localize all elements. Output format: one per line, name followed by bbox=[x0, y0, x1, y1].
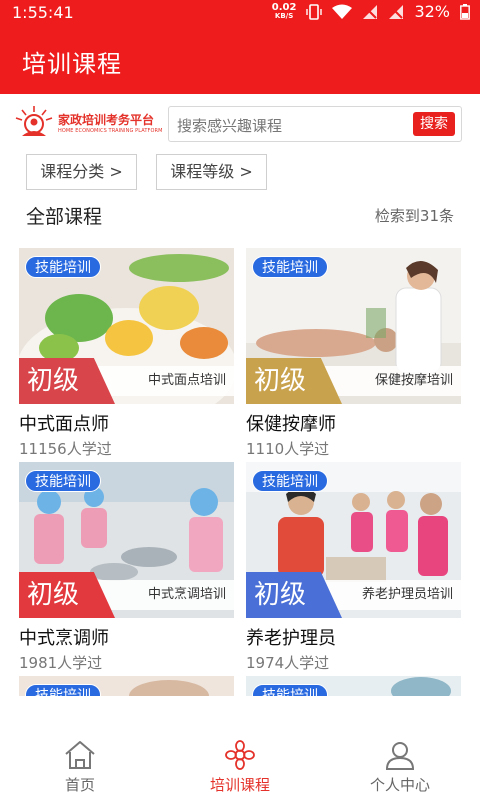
course-tag: 技能培训 bbox=[252, 684, 328, 696]
course-level: 初级 bbox=[246, 572, 342, 618]
course-image: 技能培训 bbox=[19, 676, 234, 696]
status-bar: 1:55:41 0.02 KB/S 32% bbox=[0, 0, 480, 26]
battery-icon bbox=[460, 3, 470, 20]
net-speed-value: 0.02 bbox=[271, 1, 297, 13]
signal-off-icon-2 bbox=[389, 4, 404, 19]
course-tag: 技能培训 bbox=[252, 470, 328, 492]
flower-icon bbox=[225, 740, 255, 770]
course-strip-text: 中式面点培训 bbox=[89, 366, 234, 396]
category-filter-button[interactable]: 课程分类 > bbox=[26, 154, 137, 190]
course-name: 保健按摩师 bbox=[246, 414, 336, 435]
course-learners: 1974人学过 bbox=[246, 654, 330, 672]
net-speed: 0.02 KB/S bbox=[271, 1, 297, 21]
course-level: 初级 bbox=[19, 572, 115, 618]
search-input[interactable]: 搜索感兴趣课程 bbox=[177, 115, 282, 136]
course-grid: 技能培训 中式面点培训 初级 中式面点师 11156人学过 技能培训 保健按摩培… bbox=[0, 248, 480, 696]
app-bar: 培训课程 bbox=[0, 26, 480, 94]
logo-search-row: 家政培训考务平台 HOME ECONOMICS TRAINING PLATFOR… bbox=[0, 94, 480, 154]
course-learners: 1110人学过 bbox=[246, 440, 330, 458]
wifi-icon bbox=[332, 4, 353, 19]
net-speed-unit: KB/S bbox=[274, 11, 294, 20]
logo-name-cn: 家政培训考务平台 bbox=[58, 112, 155, 127]
course-name: 养老护理员 bbox=[246, 628, 336, 649]
course-name: 中式面点师 bbox=[19, 414, 109, 435]
course-card[interactable]: 技能培训 bbox=[246, 676, 461, 696]
course-image-massage: 技能培训 保健按摩培训 初级 bbox=[246, 248, 461, 404]
search-bar[interactable]: 搜索感兴趣课程 搜索 bbox=[168, 106, 462, 142]
course-tag: 技能培训 bbox=[25, 684, 101, 696]
status-time: 1:55:41 bbox=[12, 3, 74, 22]
course-level: 初级 bbox=[19, 358, 115, 404]
user-icon bbox=[385, 742, 415, 770]
level-band: 中式烹调培训 初级 bbox=[19, 572, 234, 618]
nav-home[interactable]: 首页 bbox=[20, 740, 140, 795]
level-band: 保健按摩培训 初级 bbox=[246, 358, 461, 404]
battery-text: 32% bbox=[414, 2, 450, 21]
course-strip-text: 中式烹调培训 bbox=[89, 580, 234, 610]
nav-profile-label: 个人中心 bbox=[369, 776, 430, 794]
level-band: 养老护理员培训 初级 bbox=[246, 572, 461, 618]
vibrate-icon bbox=[306, 3, 323, 20]
home-icon bbox=[65, 741, 95, 769]
course-tag: 技能培训 bbox=[252, 256, 328, 278]
course-image-dumplings: 技能培训 中式面点培训 初级 bbox=[19, 248, 234, 404]
nav-profile[interactable]: 个人中心 bbox=[340, 740, 460, 795]
search-button[interactable]: 搜索 bbox=[413, 112, 455, 136]
level-filter-button[interactable]: 课程等级 > bbox=[156, 154, 267, 190]
nav-courses-label: 培训课程 bbox=[209, 776, 270, 794]
level-band: 中式面点培训 初级 bbox=[19, 358, 234, 404]
course-image-elder-care: 技能培训 养老护理员培训 初级 bbox=[246, 462, 461, 618]
signal-off-icon bbox=[363, 4, 378, 19]
course-card[interactable]: 技能培训 养老护理员培训 初级 养老护理员 1974人学过 bbox=[246, 462, 461, 673]
section-title: 全部课程 bbox=[26, 206, 103, 228]
platform-logo: 家政培训考务平台 HOME ECONOMICS TRAINING PLATFOR… bbox=[14, 104, 163, 140]
course-name: 中式烹调师 bbox=[19, 628, 109, 649]
course-tag: 技能培训 bbox=[25, 470, 101, 492]
bottom-nav: 首页 培训课程 个人中心 bbox=[0, 696, 480, 800]
course-level: 初级 bbox=[246, 358, 342, 404]
nav-home-label: 首页 bbox=[64, 776, 95, 794]
logo-name-en: HOME ECONOMICS TRAINING PLATFORM bbox=[58, 127, 163, 134]
course-card[interactable]: 技能培训 bbox=[19, 676, 234, 696]
course-tag: 技能培训 bbox=[25, 256, 101, 278]
page-title: 培训课程 bbox=[22, 50, 122, 78]
result-count: 检索到31条 bbox=[374, 207, 454, 225]
logo-mark-icon bbox=[15, 106, 53, 136]
course-strip-text: 养老护理员培训 bbox=[316, 580, 461, 610]
course-strip-text: 保健按摩培训 bbox=[316, 366, 461, 396]
course-card[interactable]: 技能培训 中式烹调培训 初级 中式烹调师 1981人学过 bbox=[19, 462, 234, 673]
nav-courses[interactable]: 培训课程 bbox=[180, 740, 300, 795]
course-image-cooking: 技能培训 中式烹调培训 初级 bbox=[19, 462, 234, 618]
course-card[interactable]: 技能培训 保健按摩培训 初级 保健按摩师 1110人学过 bbox=[246, 248, 461, 459]
course-card[interactable]: 技能培训 中式面点培训 初级 中式面点师 11156人学过 bbox=[19, 248, 234, 459]
course-learners: 1981人学过 bbox=[19, 654, 103, 672]
course-learners: 11156人学过 bbox=[19, 440, 112, 458]
course-image: 技能培训 bbox=[246, 676, 461, 696]
